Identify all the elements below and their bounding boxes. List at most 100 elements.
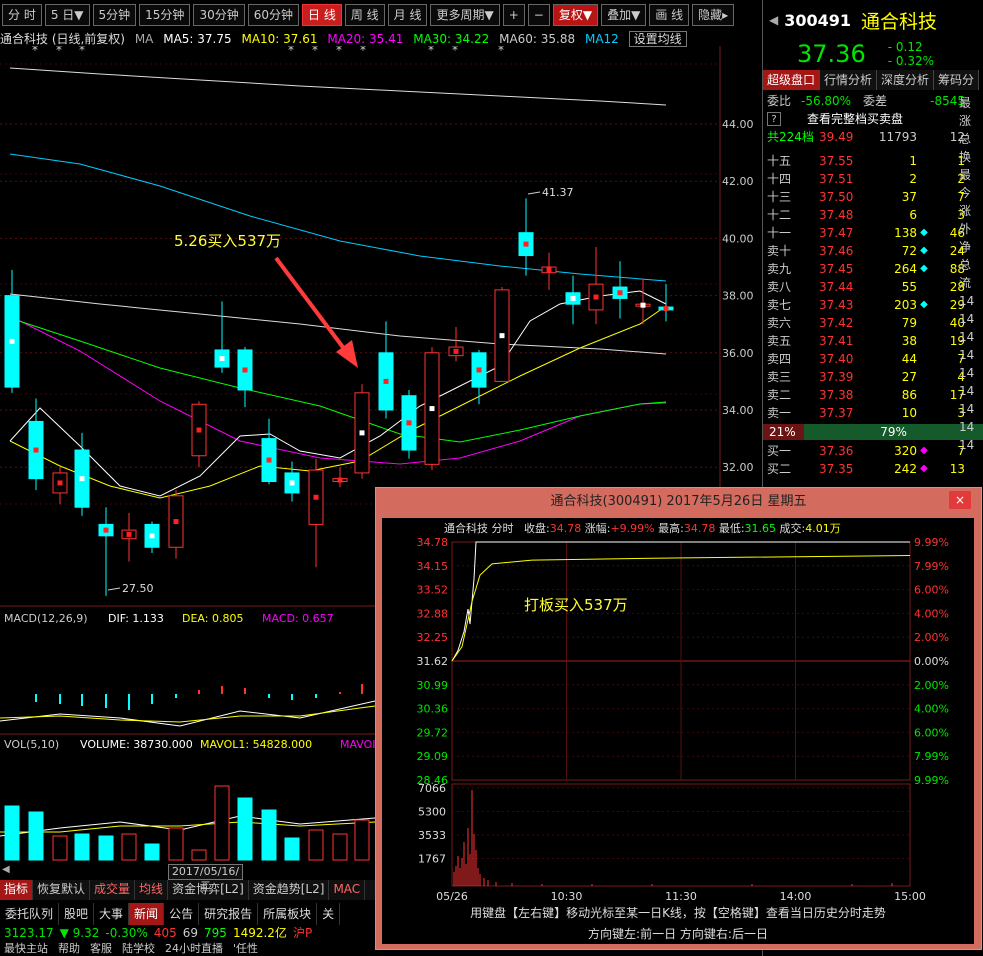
indicator-tab-6[interactable]: MAC: [329, 880, 366, 900]
level-label: 买二: [767, 462, 792, 476]
ask-row[interactable]: 十四 37.51 2 2: [763, 170, 983, 188]
nav-tab-2[interactable]: 大事: [94, 903, 130, 925]
indicator-tab-1[interactable]: 恢复默认: [33, 880, 91, 900]
ask-row[interactable]: 卖八 37.44 55 28: [763, 278, 983, 296]
ask-row[interactable]: 卖九 37.45 264 ◆ 88: [763, 260, 983, 278]
toolbar-button-2[interactable]: 5分钟: [92, 4, 137, 26]
level-volume: 138: [894, 226, 917, 240]
toolbar-button-4[interactable]: 30分钟: [193, 4, 245, 26]
full-book-row[interactable]: ? 查看完整档买卖盘: [763, 110, 983, 128]
indicator-tab-2[interactable]: 成交量: [90, 880, 136, 900]
nav-tab-1[interactable]: 股吧: [59, 903, 95, 925]
signal-star-icon: *: [288, 46, 294, 57]
intraday-time-tick: 15:00: [894, 890, 926, 903]
toolbar-button-12[interactable]: 复权▼: [552, 4, 599, 26]
quote-tab-0[interactable]: 超级盘口: [763, 70, 821, 90]
buy-ratio: 79%: [804, 424, 983, 440]
toolbar-button-13[interactable]: 叠加▼: [601, 4, 647, 26]
toolbar-button-8[interactable]: 月 线: [387, 4, 428, 26]
level-label: 十三: [767, 190, 792, 204]
nav-tab-7[interactable]: 关: [317, 903, 341, 925]
side-char: 14: [959, 384, 975, 398]
side-char: 今: [959, 186, 972, 200]
toolbar-button-10[interactable]: +: [502, 4, 525, 26]
ma-settings-button[interactable]: 设置均线: [628, 31, 687, 47]
help-icon[interactable]: ?: [767, 112, 781, 126]
ask-row[interactable]: 卖二 37.38 86 17: [763, 386, 983, 404]
indicator-tab-3[interactable]: 均线: [135, 880, 169, 900]
candle-marker: [429, 406, 435, 412]
candle-marker: [546, 267, 552, 273]
quote-tab-3[interactable]: 筹码分: [934, 70, 980, 90]
bid-row[interactable]: 买二 37.35 242 ◆ 13: [763, 460, 983, 478]
status-link-5[interactable]: '任性: [233, 941, 258, 956]
nav-tab-5[interactable]: 研究报告: [199, 903, 259, 925]
toolbar-button-11[interactable]: −: [527, 4, 550, 26]
toolbar-button-5[interactable]: 60分钟: [247, 4, 299, 26]
side-char: 总: [959, 132, 972, 146]
ask-row[interactable]: 卖四 37.40 44 7: [763, 350, 983, 368]
toolbar-button-14[interactable]: 画 线: [649, 4, 690, 26]
intraday-popup[interactable]: 通合科技(300491) 2017年5月26日 星期五 × 通合科技 分时 收盘…: [375, 487, 982, 950]
level-price: 37.55: [819, 154, 854, 168]
ask-row[interactable]: 卖五 37.41 38 19: [763, 332, 983, 350]
toolbar-button-7[interactable]: 周 线: [344, 4, 385, 26]
popup-title: 通合科技(300491) 2017年5月26日 星期五: [550, 494, 807, 509]
intraday-vol-tick: 1767: [418, 853, 446, 866]
indicator-tab-5[interactable]: 资金趋势[L2]: [249, 880, 330, 900]
toolbar-button-3[interactable]: 15分钟: [139, 4, 191, 26]
ask-row[interactable]: 十一 37.47 138 ◆ 46: [763, 224, 983, 242]
toolbar-button-6[interactable]: 日 线: [302, 4, 342, 26]
scroll-left-icon[interactable]: ◀: [769, 13, 778, 27]
level-volume: 27: [901, 370, 917, 384]
nav-tab-6[interactable]: 所属板块: [258, 903, 318, 925]
ma-label: MA: [134, 32, 154, 46]
toolbar-button-9[interactable]: 更多周期▼: [430, 4, 500, 26]
nav-tab-4[interactable]: 公告: [164, 903, 200, 925]
status-link-4[interactable]: 24小时直播: [165, 941, 223, 956]
quote-tab-2[interactable]: 深度分析: [877, 70, 935, 90]
level-volume: 203: [894, 298, 917, 312]
nav-tab-0[interactable]: 委托队列: [0, 903, 60, 925]
quote-tab-1[interactable]: 行情分析: [820, 70, 878, 90]
signal-star-icon: *: [56, 46, 62, 57]
market-label: 沪P: [292, 926, 313, 940]
status-link-0[interactable]: 最快主站: [4, 941, 48, 956]
scroll-left-icon[interactable]: ◀: [2, 864, 14, 880]
side-char: 14: [959, 312, 975, 326]
level-label: 卖三: [767, 370, 792, 384]
toolbar-button-15[interactable]: 隐藏▸: [692, 4, 735, 26]
ask-row[interactable]: 十二 37.48 6 3: [763, 206, 983, 224]
vol-title: VOL(5,10): [4, 738, 59, 751]
wb-label: 委比: [767, 94, 792, 108]
current-price: 37.36: [797, 40, 866, 68]
status-link-1[interactable]: 帮助: [58, 941, 80, 956]
intraday-pct-tick: 2.00%: [914, 631, 949, 644]
price-tick: 34.00: [722, 404, 754, 417]
status-link-3[interactable]: 陆学校: [122, 941, 155, 956]
ask-row[interactable]: 卖十 37.46 72 ◆ 24: [763, 242, 983, 260]
ask-row[interactable]: 十五 37.55 1 1: [763, 152, 983, 170]
signal-star-icon: *: [79, 46, 85, 57]
full-book-link[interactable]: 查看完整档买卖盘: [781, 110, 903, 128]
volume-bar: [52, 835, 68, 861]
status-link-2[interactable]: 客服: [90, 941, 112, 956]
intraday-chart[interactable]: 34.78 9.99% 34.15 7.99% 33.52 6.00% 32.88 4.00%…: [382, 518, 974, 944]
level-price: 37.44: [819, 280, 854, 294]
ask-row[interactable]: 十三 37.50 37 7: [763, 188, 983, 206]
bid-row[interactable]: 买一 37.36 320 ◆ 7: [763, 442, 983, 460]
nav-tab-3[interactable]: 新闻: [129, 903, 165, 925]
toolbar-button-0[interactable]: 分 时: [2, 4, 42, 26]
ask-row[interactable]: 卖六 37.42 79 40: [763, 314, 983, 332]
ask-row[interactable]: 卖一 37.37 10 3: [763, 404, 983, 422]
indicator-tab-0[interactable]: 指标: [0, 880, 34, 900]
toolbar-button-1[interactable]: 5 日▼: [44, 4, 90, 26]
side-char: 涨: [959, 204, 972, 218]
intraday-pct-tick: 9.99%: [914, 774, 949, 787]
ask-row[interactable]: 卖三 37.39 27 4: [763, 368, 983, 386]
volume-bar: [121, 833, 137, 861]
close-icon[interactable]: ×: [949, 491, 971, 509]
level-volume: 264: [894, 262, 917, 276]
level-label: 十四: [767, 172, 792, 186]
ask-row[interactable]: 卖七 37.43 203 ◆ 29: [763, 296, 983, 314]
